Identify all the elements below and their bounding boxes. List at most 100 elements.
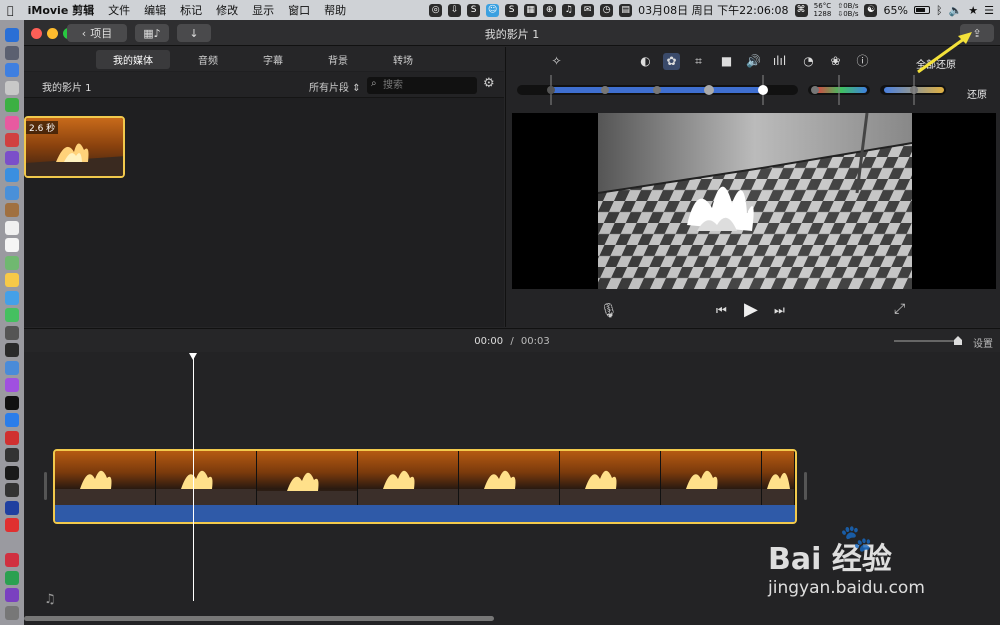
video-viewer[interactable]: [512, 113, 996, 289]
tab-backgrounds[interactable]: 背景: [311, 50, 365, 69]
low-handle[interactable]: [601, 86, 609, 94]
calendar-icon[interactable]: ▤: [619, 3, 633, 17]
app-icon-24[interactable]: [5, 430, 19, 445]
netease-music-icon[interactable]: [5, 553, 19, 567]
bluetooth-icon[interactable]: ᛒ: [936, 4, 943, 17]
tray-globe-icon[interactable]: ⊕: [543, 3, 557, 17]
menu-help[interactable]: 帮助: [317, 2, 353, 18]
menu-view[interactable]: 显示: [245, 2, 281, 18]
app-store-icon[interactable]: [5, 413, 19, 427]
menu-window[interactable]: 窗口: [281, 2, 317, 18]
color-correction-icon[interactable]: ✿: [663, 53, 680, 70]
menu-mark[interactable]: 标记: [173, 2, 209, 18]
apple-tv-icon[interactable]: [5, 395, 19, 410]
right-trim-handle[interactable]: [804, 472, 807, 500]
tab-audio[interactable]: 音频: [181, 50, 235, 69]
battery-icon[interactable]: [913, 6, 930, 14]
control-center-icon[interactable]: ☰: [984, 4, 994, 17]
saturation-handle[interactable]: [811, 86, 819, 94]
skip-forward-icon[interactable]: ⏭: [774, 303, 785, 318]
apple-icon[interactable]: : [0, 4, 21, 17]
app-icon-19[interactable]: [5, 343, 19, 357]
tab-transitions[interactable]: 转场: [376, 50, 430, 69]
search-input[interactable]: 搜索: [367, 77, 477, 94]
playhead[interactable]: [189, 353, 197, 601]
equalizer-icon[interactable]: ılıl: [771, 53, 788, 70]
star-icon[interactable]: ★: [968, 4, 978, 17]
finder-icon[interactable]: [5, 28, 19, 42]
launchpad-icon[interactable]: [5, 45, 19, 60]
media-clip-thumbnail[interactable]: 2.6 秒: [24, 116, 125, 178]
left-trim-handle[interactable]: [44, 472, 47, 500]
safari-icon[interactable]: [5, 63, 19, 77]
tab-my-media[interactable]: 我的媒体: [96, 49, 170, 69]
shadow-handle[interactable]: [547, 86, 555, 94]
app-icon-11[interactable]: [5, 203, 19, 217]
podcasts-icon[interactable]: [5, 378, 19, 392]
menu-edit[interactable]: 编辑: [137, 2, 173, 18]
skip-back-icon[interactable]: ⏮: [716, 303, 727, 318]
app-icon-7[interactable]: [5, 133, 19, 147]
app-icon-10[interactable]: [5, 185, 19, 200]
crop-icon[interactable]: ⌗: [690, 53, 707, 70]
video-clip-track[interactable]: [53, 449, 797, 524]
tray-app-icon-1[interactable]: ◎: [429, 3, 443, 17]
calendar-dock-icon[interactable]: [5, 220, 19, 235]
stabilization-icon[interactable]: ■: [718, 53, 735, 70]
app-icon-15[interactable]: [5, 273, 19, 287]
zoom-slider[interactable]: [894, 336, 962, 345]
audio-waveform[interactable]: [55, 505, 795, 522]
gear-icon[interactable]: ⚙: [483, 76, 495, 91]
tray-music-icon[interactable]: ♫: [562, 3, 576, 17]
menu-modify[interactable]: 修改: [209, 2, 245, 18]
tray-s2-icon[interactable]: S: [505, 3, 519, 17]
activity-monitor-icon[interactable]: [5, 465, 19, 480]
app-menu[interactable]: iMovie 剪辑: [21, 2, 102, 18]
messages-icon[interactable]: [5, 290, 19, 305]
play-icon[interactable]: ▶: [744, 299, 758, 320]
tray-s-icon[interactable]: S: [467, 3, 481, 17]
volume-icon[interactable]: 🔊: [745, 53, 762, 70]
yandex-icon[interactable]: [5, 518, 19, 532]
fullscreen-icon[interactable]: ⤢: [894, 301, 905, 317]
vpn-icon[interactable]: [5, 500, 19, 515]
maps-icon[interactable]: [5, 255, 19, 270]
reset-button[interactable]: 还原: [967, 86, 987, 101]
app-icon-5[interactable]: [5, 98, 19, 112]
notes-icon[interactable]: [5, 238, 19, 252]
highlight-handle[interactable]: [758, 85, 768, 95]
app-icon-18[interactable]: [5, 325, 19, 340]
tray-kb-icon[interactable]: ⌘: [794, 3, 808, 17]
tray-download-icon[interactable]: ⇩: [448, 3, 462, 17]
app-icon-4[interactable]: [5, 80, 19, 95]
app-icon-27[interactable]: [5, 483, 19, 497]
app-icon-20[interactable]: [5, 360, 19, 375]
info-icon[interactable]: ⓘ: [854, 53, 871, 70]
speed-icon[interactable]: ◔: [800, 53, 817, 70]
color-balance-icon[interactable]: ◐: [637, 53, 654, 70]
tray-message-icon[interactable]: ✉: [581, 3, 595, 17]
date-time[interactable]: 03月08日 周日 下午22:06:08: [638, 2, 788, 18]
terminal-icon[interactable]: [5, 448, 19, 462]
tray-swirl-icon[interactable]: ☯: [864, 3, 878, 17]
volume-tray-icon[interactable]: 🔈: [949, 4, 963, 17]
microphone-icon[interactable]: 🎙: [600, 303, 618, 319]
timeline-settings-button[interactable]: 设置: [973, 335, 993, 350]
clip-filter-select[interactable]: 所有片段 ⇕: [309, 79, 361, 94]
tray-ghost-icon[interactable]: ☺: [486, 3, 500, 17]
app-icon-8[interactable]: [5, 150, 19, 165]
mid-handle[interactable]: [653, 86, 661, 94]
trash-icon[interactable]: [5, 605, 19, 620]
facetime-icon[interactable]: [5, 308, 19, 322]
imovie-icon[interactable]: [5, 588, 19, 602]
timeline-scrollbar[interactable]: [24, 616, 494, 621]
app-icon-9[interactable]: [5, 168, 19, 182]
app-icon-31[interactable]: [5, 570, 19, 585]
contrast-handle[interactable]: [704, 85, 714, 95]
tab-titles[interactable]: 字幕: [246, 50, 300, 69]
tray-grid-icon[interactable]: ▦: [524, 3, 538, 17]
playhead-handle[interactable]: [189, 353, 197, 360]
tray-clock-icon[interactable]: ◷: [600, 3, 614, 17]
photos-icon[interactable]: [5, 115, 19, 130]
magic-wand-icon[interactable]: ✧: [548, 53, 565, 70]
